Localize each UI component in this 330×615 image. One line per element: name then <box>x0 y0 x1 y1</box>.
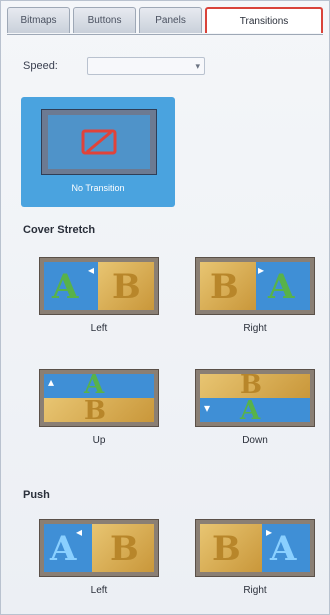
thumbnail-screen <box>48 115 150 169</box>
no-transition-thumbnail <box>41 109 157 175</box>
push-right-thumbnail: B A ▸ <box>195 519 315 577</box>
push-glyph-icon: A <box>270 529 297 569</box>
push-left-tile[interactable]: A B ◂ Left <box>39 519 159 597</box>
push-left-label: Left <box>90 585 108 596</box>
tab-bitmaps[interactable]: Bitmaps <box>7 7 71 33</box>
no-transition-tile[interactable]: No Transition <box>21 97 175 207</box>
gold-glyph-icon: B <box>84 396 106 426</box>
speed-row: Speed: ▾ <box>23 57 205 75</box>
gold-glyph-icon: B <box>212 529 241 569</box>
no-transition-icon <box>81 129 117 155</box>
tab-panels[interactable]: Panels <box>139 7 203 33</box>
stretch-glyph-icon: A <box>240 396 261 426</box>
arrow-up-icon: ▴ <box>48 375 55 389</box>
speed-dropdown[interactable]: ▾ <box>87 57 205 75</box>
arrow-right-icon: ▸ <box>258 263 265 277</box>
arrow-down-icon: ▾ <box>204 401 211 415</box>
cover-up-thumbnail: A B ▴ <box>39 369 159 427</box>
speed-label: Speed: <box>23 60 58 72</box>
tab-bar: Bitmaps Buttons Panels Transitions <box>7 7 323 35</box>
arrow-left-icon: ◂ <box>88 263 95 277</box>
cover-down-tile[interactable]: B A ▾ Down <box>195 369 315 447</box>
tab-transitions[interactable]: Transitions <box>205 7 323 33</box>
cover-down-label: Down <box>242 435 268 446</box>
arrow-left-icon: ◂ <box>76 525 83 539</box>
cover-up-tile[interactable]: A B ▴ Up <box>39 369 159 447</box>
push-right-label: Right <box>243 585 267 596</box>
push-heading: Push <box>23 489 50 501</box>
chevron-down-icon: ▾ <box>195 60 200 71</box>
cover-left-label: Left <box>90 323 108 334</box>
cover-left-tile[interactable]: A B ◂ Left <box>39 257 159 335</box>
gold-glyph-icon: B <box>240 370 262 400</box>
no-transition-caption: No Transition <box>71 183 125 193</box>
stretch-glyph-icon: A <box>84 370 105 400</box>
tab-buttons[interactable]: Buttons <box>73 7 137 33</box>
cover-right-thumbnail: B A ▸ <box>195 257 315 315</box>
tab-divider <box>7 34 323 35</box>
cover-right-tile[interactable]: B A ▸ Right <box>195 257 315 335</box>
gold-glyph-icon: B <box>110 529 139 569</box>
push-glyph-icon: A <box>50 529 77 569</box>
stretch-glyph-icon: A <box>52 267 79 307</box>
arrow-right-icon: ▸ <box>266 525 273 539</box>
cover-left-thumbnail: A B ◂ <box>39 257 159 315</box>
gold-glyph-icon: B <box>210 267 239 307</box>
cover-stretch-heading: Cover Stretch <box>23 224 96 236</box>
push-right-tile[interactable]: B A ▸ Right <box>195 519 315 597</box>
cover-right-label: Right <box>243 323 267 334</box>
push-left-thumbnail: A B ◂ <box>39 519 159 577</box>
cover-down-thumbnail: B A ▾ <box>195 369 315 427</box>
cover-up-label: Up <box>92 435 106 446</box>
stretch-glyph-icon: A <box>268 267 295 307</box>
transitions-panel: Bitmaps Buttons Panels Transitions Speed… <box>0 0 330 615</box>
gold-glyph-icon: B <box>112 267 141 307</box>
